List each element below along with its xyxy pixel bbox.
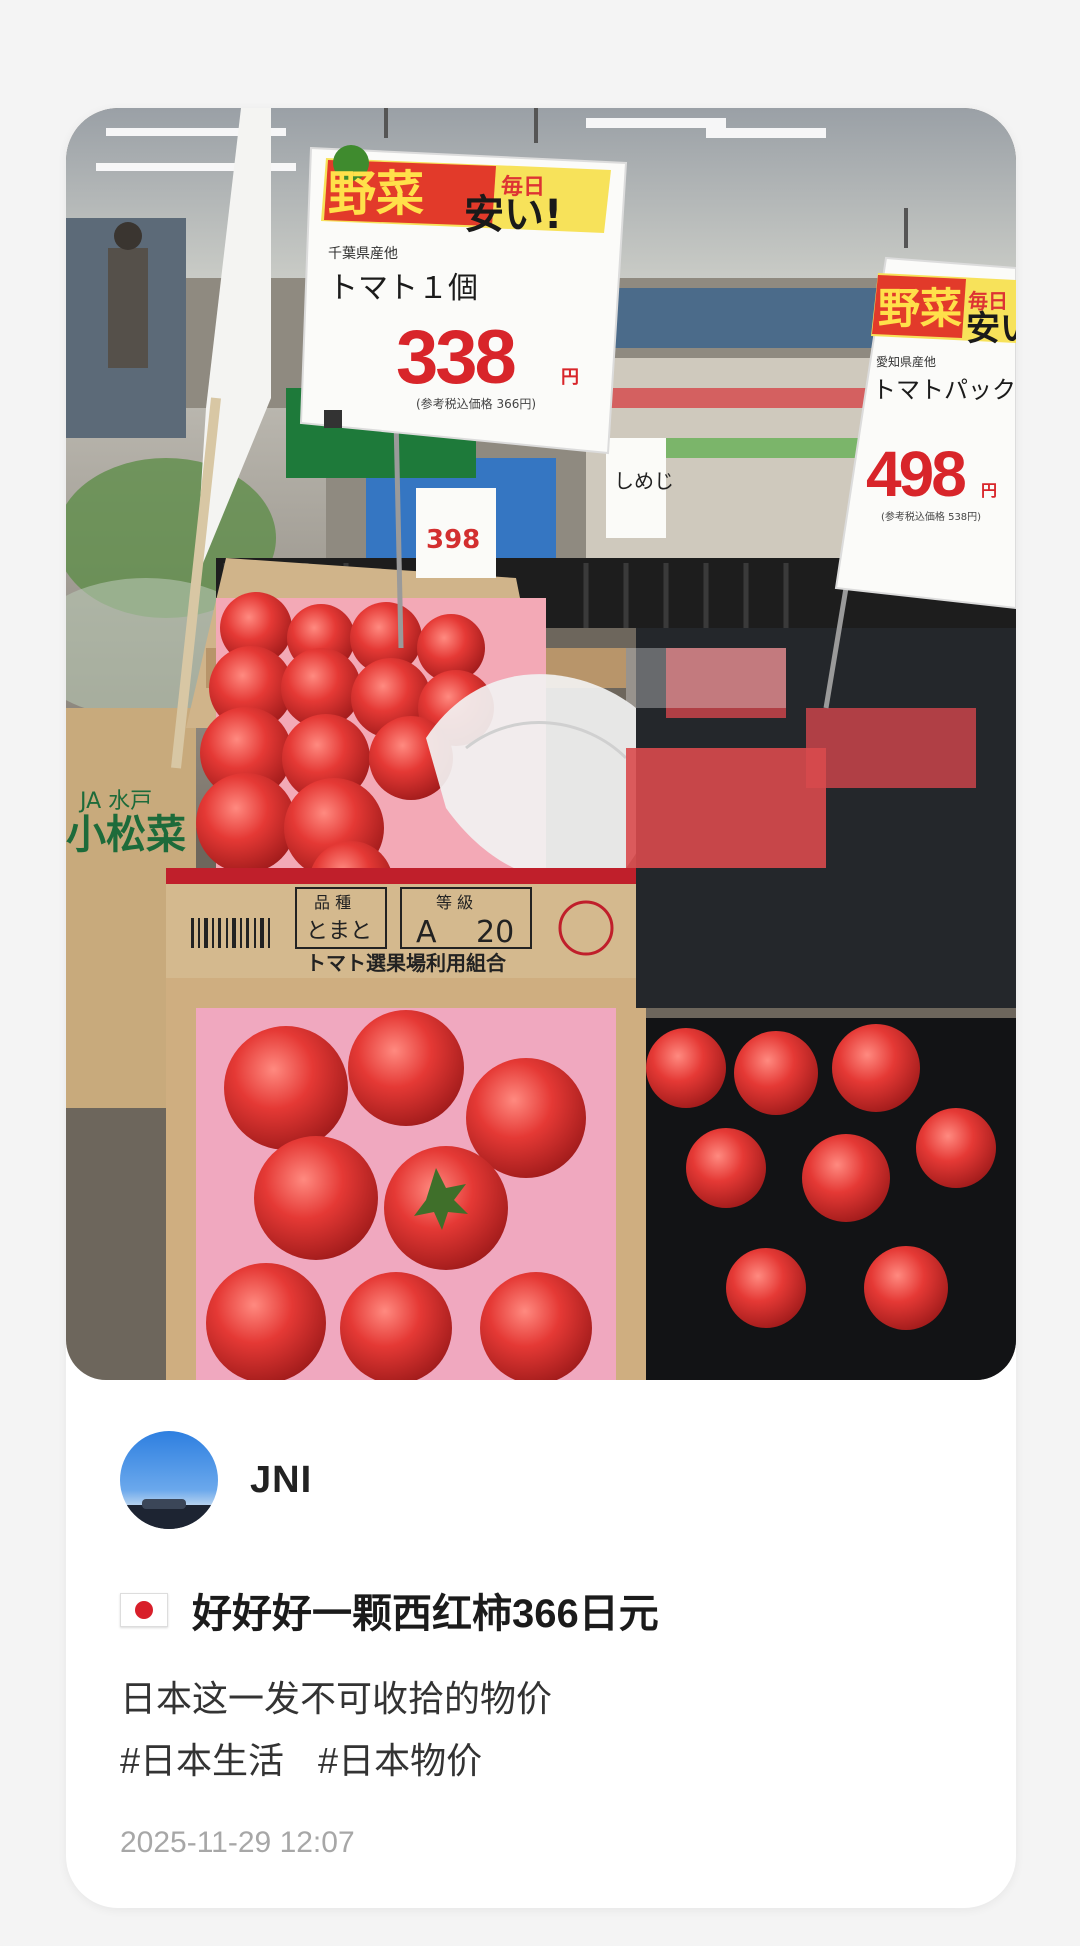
post-title-row: 好好好一颗西红柿366日元 [120, 1582, 962, 1638]
origin-right: 愛知県産他 [876, 354, 936, 369]
origin-left: 千葉県産他 [328, 246, 398, 262]
post-photo[interactable]: JA 水戸 小松菜 品 種 とまと 等 級 A 20 トマト選果場利用組合 39… [66, 108, 1016, 1380]
banner-yasui-left: 安い! [464, 192, 562, 238]
banner-yasai-left: 野菜 [328, 166, 424, 222]
box-side-ja: JA 水戸 [78, 789, 152, 814]
box-variety: とまと [306, 919, 372, 944]
small-price: 398 [426, 525, 480, 555]
price-yen-right: 円 [981, 481, 997, 500]
post-timestamp: 2025-11-29 12:07 [120, 1826, 355, 1859]
japan-flag-icon [120, 1593, 168, 1627]
price-left: 338 [396, 315, 515, 400]
banner-yasui-right: 安い! [966, 309, 1016, 349]
box-grade-label: 等 級 [436, 893, 473, 912]
box-org: トマト選果場利用組合 [306, 951, 507, 975]
price-right: 498 [866, 438, 965, 510]
product-name-right: トマトパック [872, 376, 1016, 404]
banner-yasai-right: 野菜 [878, 284, 962, 333]
post-card: JA 水戸 小松菜 品 種 とまと 等 級 A 20 トマト選果場利用組合 39… [66, 108, 1016, 1908]
hashtag-link[interactable]: #日本生活 [120, 1740, 284, 1781]
shimeji-tag: しめじ [614, 469, 674, 493]
tax-note-left: (参考税込価格 366円) [416, 396, 536, 411]
post-title: 好好好一颗西红柿366日元 [192, 1592, 659, 1636]
tax-note-right: (参考税込価格 538円) [881, 510, 981, 523]
post-meta: JNI 好好好一颗西红柿366日元 日本这一发不可收拾的物价 #日本生活 #日本… [120, 1430, 962, 1860]
post-tags: #日本生活 #日本物价 [120, 1730, 962, 1792]
hashtag-link[interactable]: #日本物价 [318, 1740, 482, 1781]
author-name[interactable]: JNI [250, 1459, 312, 1502]
product-name-left: トマト１個 [328, 271, 478, 306]
box-grade: A [416, 915, 437, 950]
price-yen-left: 円 [561, 367, 579, 388]
avatar[interactable] [120, 1431, 218, 1529]
author-row[interactable]: JNI [120, 1430, 962, 1530]
box-side-name: 小松菜 [66, 812, 186, 858]
price-sign-tomato-single: 野菜 毎日 安い! 千葉県産他 トマト１個 338 円 (参考税込価格 366円… [299, 145, 628, 455]
post-description: 日本这一发不可收拾的物价 [120, 1678, 553, 1719]
box-variety-label: 品 種 [314, 893, 351, 912]
box-count: 20 [476, 915, 514, 950]
